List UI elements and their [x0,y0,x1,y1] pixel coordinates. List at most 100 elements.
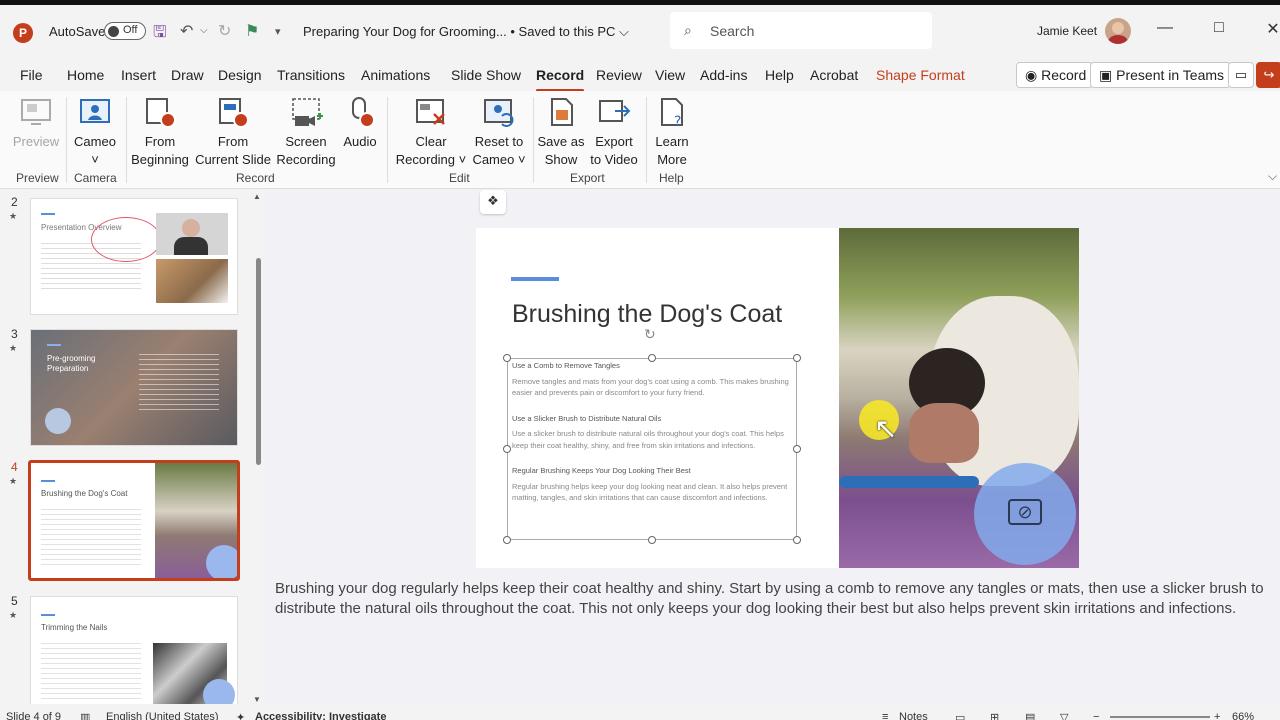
speaker-notes[interactable]: Brushing your dog regularly helps keep t… [275,579,1280,619]
zoom-slider[interactable] [1110,716,1210,718]
cameo-camera-feed[interactable]: ⊘ [974,463,1076,565]
zoom-in-icon[interactable]: + [1214,711,1220,720]
resize-handle[interactable] [503,445,511,453]
accessibility-status[interactable]: Accessibility: Investigate [255,711,386,720]
zoom-level[interactable]: 66% [1232,711,1254,720]
resize-handle[interactable] [503,536,511,544]
tab-transitions[interactable]: Transitions [277,67,345,83]
tab-insert[interactable]: Insert [121,67,156,83]
scroll-up-icon[interactable]: ▲ [253,192,261,201]
save-as-show-icon [544,96,578,130]
group-label-camera: Camera [74,171,117,185]
tab-design[interactable]: Design [218,67,262,83]
search-box[interactable]: ⌕ Search [670,12,932,49]
collapse-ribbon-icon[interactable]: ⌵ [1268,169,1277,184]
resize-handle[interactable] [648,536,656,544]
spellcheck-icon[interactable]: ▥ [80,711,90,720]
preview-button[interactable]: Preview [12,96,60,151]
group-label-help: Help [659,171,684,185]
resize-handle[interactable] [648,354,656,362]
save-icon[interactable]: 🖫 [153,21,167,48]
avatar[interactable] [1105,18,1131,44]
tab-file[interactable]: File [20,67,43,83]
preview-icon [19,96,53,130]
record-from-beginning-icon [143,96,177,130]
user-name[interactable]: Jamie Keet [1037,24,1097,38]
animation-star-icon: ★ [9,211,18,221]
learn-label1: Learn [655,134,689,149]
undo-dropdown-icon[interactable]: ⌵ [200,25,208,36]
present-icon[interactable]: ⚑ [245,21,259,41]
record-dot-icon: ◉ [1025,67,1038,83]
reset-to-cameo-button[interactable]: Reset to Cameo ˅ [468,96,530,169]
record-from-current-icon [216,96,250,130]
reading-view-icon[interactable]: ▤ [1025,711,1035,720]
group-label-preview: Preview [16,171,59,185]
rotate-handle-icon[interactable]: ↻ [644,326,656,343]
tab-draw[interactable]: Draw [171,67,204,83]
tab-slide-show[interactable]: Slide Show [451,67,521,83]
export-label2: to Video [590,152,638,167]
present-in-teams-button[interactable]: ▣ Present in Teams [1090,62,1232,88]
tab-acrobat[interactable]: Acrobat [810,67,858,83]
text-box-selection[interactable] [507,358,797,540]
notes-button[interactable]: Notes [899,711,928,720]
tab-add-ins[interactable]: Add-ins [700,67,747,83]
customize-toolbar-icon[interactable]: ▾ [275,25,281,38]
from-beginning-button[interactable]: From Beginning [130,96,190,169]
tab-view[interactable]: View [655,67,685,83]
audio-button[interactable]: Audio [340,96,380,151]
save-as-show-button[interactable]: Save as Show [537,96,585,169]
share-icon[interactable]: ↪ [1256,62,1280,88]
slide-thumbnail-5[interactable]: Trimming the Nails [30,596,238,704]
record-button[interactable]: ◉ Record [1016,62,1094,88]
powerpoint-logo-icon: P [13,23,33,43]
animation-star-icon: ★ [9,343,18,353]
clear-recording-button[interactable]: Clear Recording ˅ [393,96,469,169]
slide-thumbnail-2[interactable]: Presentation Overview [30,198,238,315]
cameo-button[interactable]: Cameo ˅ [72,96,118,169]
slide-count[interactable]: Slide 4 of 9 [6,711,61,720]
from-current-label2: Current Slide [195,152,271,167]
slide-number: 3 [11,327,18,341]
slide-thumbnail-3[interactable]: Pre-grooming Preparation [30,329,238,446]
normal-view-icon[interactable]: ▭ [955,711,965,720]
document-title[interactable]: Preparing Your Dog for Grooming... • Sav… [303,24,629,40]
close-icon[interactable]: ✕ [1258,19,1280,39]
hand-shape [909,403,979,463]
cameo-icon [78,96,112,130]
screen-recording-button[interactable]: Screen Recording [275,96,337,169]
resize-handle[interactable] [793,445,801,453]
cameo-dropdown: ˅ [91,152,99,167]
redo-icon[interactable]: ↻ [218,21,231,41]
group-label-export: Export [570,171,605,185]
undo-icon[interactable]: ↶ [180,21,193,41]
zoom-out-icon[interactable]: − [1093,711,1099,720]
resize-handle[interactable] [793,536,801,544]
divider [646,97,647,183]
resize-handle[interactable] [503,354,511,362]
minimize-icon[interactable]: — [1150,19,1180,37]
slide-title[interactable]: Brushing the Dog's Coat [512,300,782,329]
thumbnail-scrollbar[interactable] [256,258,261,465]
clear-recording-icon [414,96,448,130]
tab-record[interactable]: Record [536,67,585,92]
slide-thumbnail-4[interactable]: Brushing the Dog's Coat [28,460,240,581]
scroll-down-icon[interactable]: ▼ [253,695,261,704]
tab-review[interactable]: Review [596,67,642,83]
export-to-video-button[interactable]: Export to Video [585,96,643,169]
tab-animations[interactable]: Animations [361,67,430,83]
resize-handle[interactable] [793,354,801,362]
tab-help[interactable]: Help [765,67,794,83]
language-status[interactable]: English (United States) [106,711,219,720]
slide-show-icon[interactable]: ▽ [1060,711,1068,720]
maximize-icon[interactable]: □ [1204,19,1234,37]
from-current-slide-button[interactable]: From Current Slide [193,96,273,169]
slide-sorter-icon[interactable]: ⊞ [990,711,999,720]
tab-shape-format[interactable]: Shape Format [876,67,965,83]
tab-home[interactable]: Home [67,67,104,83]
copilot-icon[interactable]: ❖ [480,190,506,214]
learn-more-button[interactable]: ? Learn More [650,96,694,169]
autosave-toggle[interactable]: Off [104,22,146,40]
comments-icon[interactable]: ▭ [1228,62,1254,88]
